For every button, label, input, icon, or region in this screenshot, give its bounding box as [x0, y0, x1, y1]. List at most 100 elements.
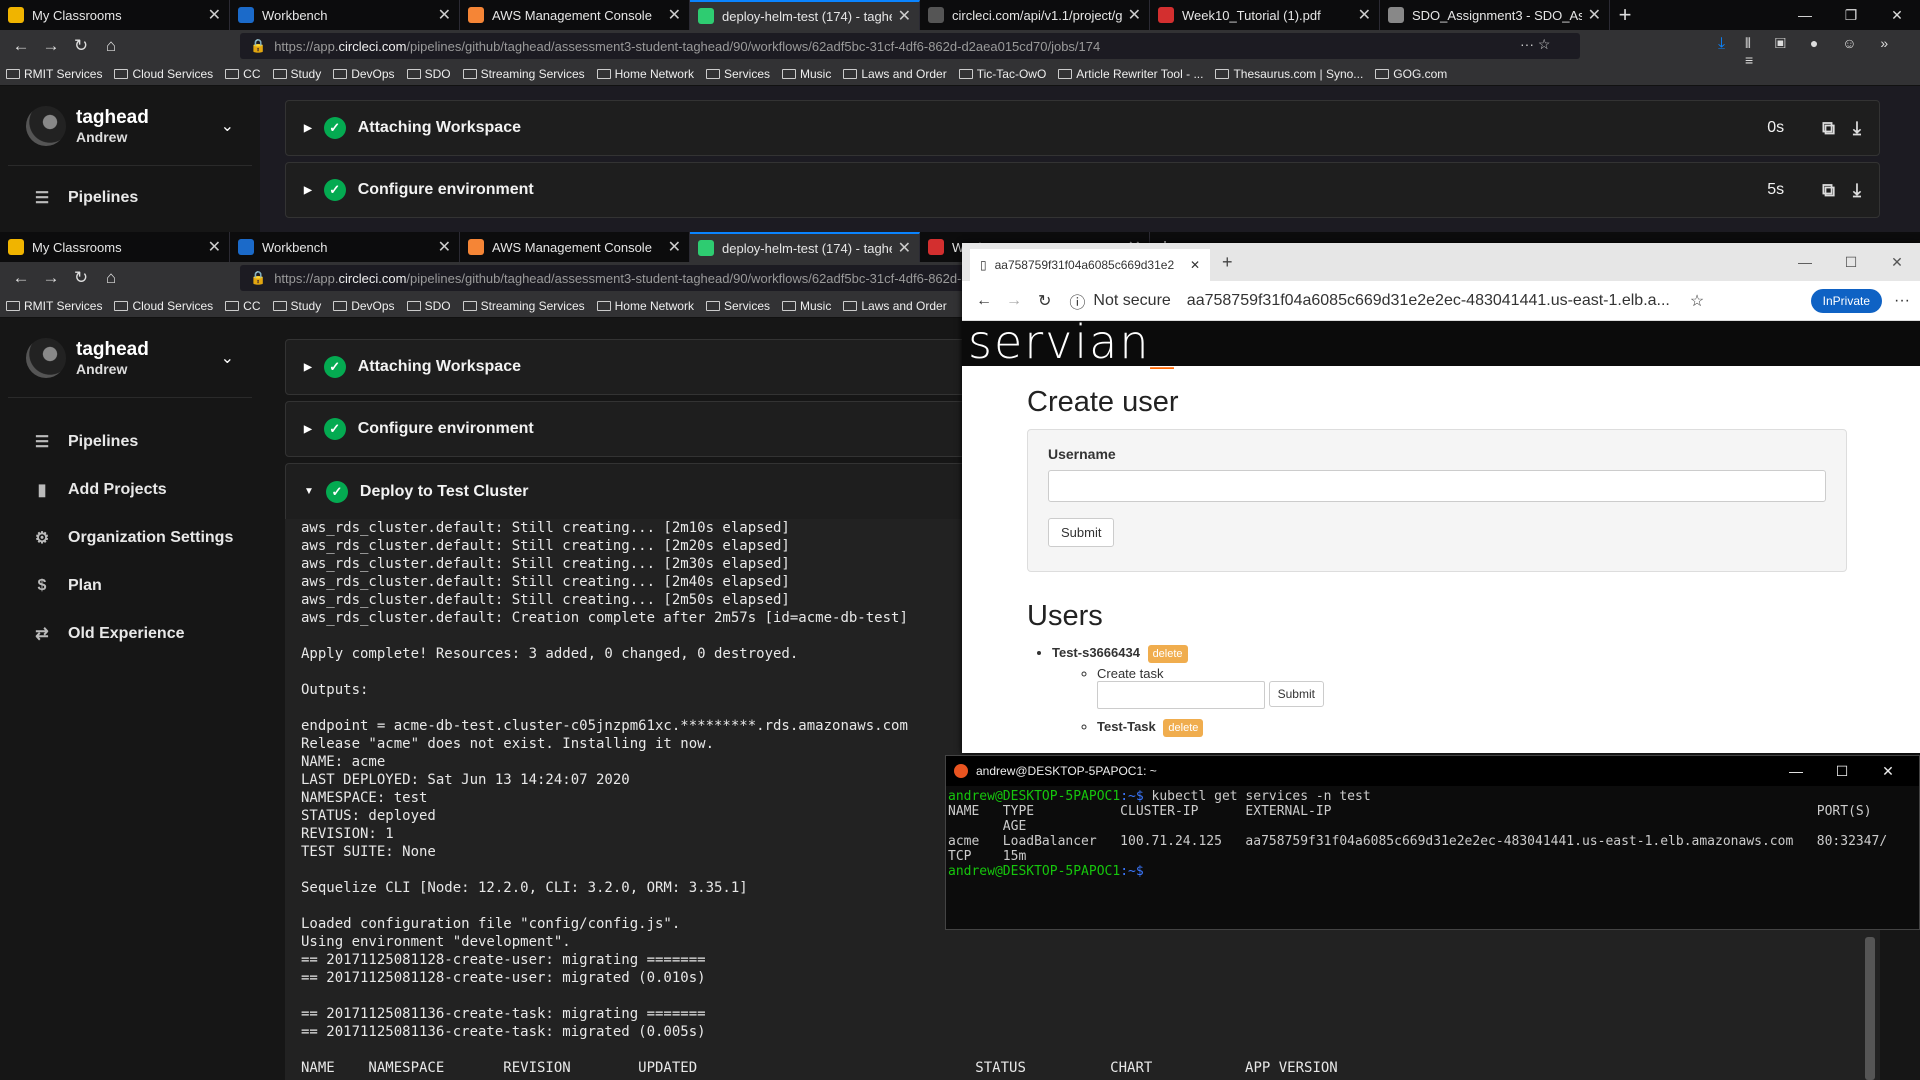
browser-tab[interactable]: My Classrooms ✕	[0, 0, 230, 30]
browser-tab[interactable]: circleci.com/api/v1.1/project/g ✕	[920, 0, 1150, 30]
bookmark-item[interactable]: RMIT Services	[6, 67, 102, 81]
bookmark-item[interactable]: Thesaurus.com | Syno...	[1215, 67, 1363, 81]
bookmark-item[interactable]: Music	[782, 299, 831, 313]
browser-tab[interactable]: AWS Management Console ✕	[460, 232, 690, 262]
browser-tab[interactable]: My Classrooms ✕	[0, 232, 230, 262]
nav-item-pipelines[interactable]: ☰ Pipelines	[32, 418, 260, 466]
bookmark-item[interactable]: SDO	[406, 299, 451, 313]
close-tab-icon[interactable]: ✕	[1190, 258, 1200, 272]
nav-item-old-experience[interactable]: ⇄ Old Experience	[32, 610, 260, 658]
close-tab-icon[interactable]: ✕	[438, 5, 451, 25]
bookmark-item[interactable]: CC	[225, 299, 261, 313]
download-icon[interactable]: ⤓	[1718, 35, 1725, 53]
back-arrow-icon[interactable]: ←	[6, 268, 36, 288]
bookmark-item[interactable]: Article Rewriter Tool - ...	[1058, 67, 1203, 81]
account-switcher[interactable]: taghead Andrew ⌄	[8, 318, 252, 398]
minimize-icon[interactable]: —	[1782, 254, 1828, 271]
maximize-icon[interactable]: ☐	[1828, 254, 1874, 271]
page-actions-icon[interactable]: ··· ☆	[1520, 36, 1550, 53]
back-arrow-icon[interactable]: ←	[976, 292, 992, 310]
download-step-icon[interactable]: ⤓	[1853, 180, 1861, 201]
download-step-icon[interactable]: ⤓	[1853, 118, 1861, 139]
bookmark-item[interactable]: GOG.com	[1375, 67, 1447, 81]
bookmark-item[interactable]: Study	[272, 299, 321, 313]
back-step-attaching-workspace[interactable]: ▶ ✓ Attaching Workspace 0s ⧉ ⤓	[285, 100, 1880, 156]
bookmark-item[interactable]: Laws and Order	[843, 67, 947, 81]
browser-tab[interactable]: deploy-helm-test (174) - taghe ✕	[690, 0, 920, 30]
create-user-submit-button[interactable]: Submit	[1048, 518, 1115, 547]
favorite-star-icon[interactable]: ☆	[1690, 291, 1704, 311]
browser-tab[interactable]: Workbench ✕	[230, 232, 460, 262]
bookmark-item[interactable]: DevOps	[333, 67, 395, 81]
delete-task-button[interactable]: delete	[1163, 719, 1204, 737]
bookmark-item[interactable]: CC	[225, 67, 261, 81]
url-bar[interactable]: 🔒 https://app. circleci.com/pipelines/git…	[240, 33, 1580, 59]
bookmark-item[interactable]: Home Network	[596, 299, 694, 313]
open-external-icon[interactable]: ⧉	[1822, 180, 1835, 201]
bookmark-item[interactable]: Cloud Services	[114, 67, 213, 81]
close-tab-icon[interactable]: ✕	[898, 238, 911, 258]
close-tab-icon[interactable]: ✕	[438, 237, 451, 257]
back-arrow-icon[interactable]: ←	[6, 36, 36, 56]
inprivate-badge[interactable]: InPrivate	[1810, 288, 1883, 313]
new-tab-icon[interactable]: +	[1222, 252, 1233, 273]
bookmark-item[interactable]: DevOps	[333, 299, 395, 313]
forward-arrow-icon[interactable]: →	[36, 36, 66, 56]
reload-icon[interactable]: ↻	[66, 36, 96, 56]
restore-icon[interactable]: ❐	[1828, 7, 1874, 24]
maximize-icon[interactable]: ☐	[1819, 763, 1865, 780]
browser-tab[interactable]: Week10_Tutorial (1).pdf ✕	[1150, 0, 1380, 30]
bookmark-item[interactable]: Cloud Services	[114, 299, 213, 313]
home-icon[interactable]: ⌂	[96, 268, 126, 288]
edge-tab[interactable]: ▯ aa758759f31f04a6085c669d31e2 ✕	[970, 249, 1210, 281]
close-tab-icon[interactable]: ✕	[668, 237, 681, 257]
bookmark-item[interactable]: Streaming Services	[462, 67, 585, 81]
close-tab-icon[interactable]: ✕	[668, 5, 681, 25]
bookmark-item[interactable]: Home Network	[596, 67, 694, 81]
back-step-configure-environment[interactable]: ▶ ✓ Configure environment 5s ⧉ ⤓	[285, 162, 1880, 218]
bookmark-item[interactable]: Services	[705, 67, 770, 81]
forward-arrow-icon[interactable]: →	[36, 268, 66, 288]
bookmark-item[interactable]: Laws and Order	[843, 299, 947, 313]
home-icon[interactable]: ⌂	[96, 36, 126, 56]
bookmark-item[interactable]: Services	[705, 299, 770, 313]
username-input[interactable]	[1048, 470, 1826, 502]
create-task-submit-button[interactable]: Submit	[1268, 681, 1324, 708]
bookmark-item[interactable]: SDO	[406, 67, 451, 81]
browser-tab[interactable]: deploy-helm-test (174) - taghe ✕	[690, 232, 920, 262]
account-switcher[interactable]: taghead Andrew ⌄	[8, 86, 252, 166]
close-tab-icon[interactable]: ✕	[1128, 5, 1141, 25]
bookmark-item[interactable]: Music	[782, 67, 831, 81]
close-window-icon[interactable]: ✕	[1874, 7, 1920, 24]
reload-icon[interactable]: ↻	[1038, 291, 1051, 311]
minimize-icon[interactable]: —	[1773, 763, 1819, 780]
close-tab-icon[interactable]: ✕	[208, 5, 221, 25]
close-tab-icon[interactable]: ✕	[1358, 5, 1371, 25]
browser-tab[interactable]: AWS Management Console ✕	[460, 0, 690, 30]
edge-url[interactable]: aa758759f31f04a6085c669d31e2e2ec-4830414…	[1187, 292, 1670, 310]
reload-icon[interactable]: ↻	[66, 268, 96, 288]
bookmark-item[interactable]: Tic-Tac-OwO	[958, 67, 1046, 81]
open-external-icon[interactable]: ⧉	[1822, 118, 1835, 139]
nav-item-organization-settings[interactable]: ⚙ Organization Settings	[32, 514, 260, 562]
close-tab-icon[interactable]: ✕	[898, 6, 911, 26]
bookmark-item[interactable]: RMIT Services	[6, 299, 102, 313]
close-window-icon[interactable]: ✕	[1874, 254, 1920, 271]
task-input[interactable]	[1097, 681, 1265, 709]
terminal-output[interactable]: andrew@DESKTOP-5PAPOC1:~$ kubectl get se…	[946, 786, 1919, 882]
more-icon[interactable]: ···	[1894, 292, 1910, 310]
toolbar-icons[interactable]: ⫴ ▣ ● ☺ » ≡	[1745, 35, 1920, 68]
close-tab-icon[interactable]: ✕	[1588, 5, 1601, 25]
close-window-icon[interactable]: ✕	[1865, 763, 1911, 780]
forward-arrow-icon[interactable]: →	[1006, 292, 1022, 310]
new-tab-icon[interactable]: +	[1610, 0, 1640, 30]
log-scrollbar[interactable]	[1865, 937, 1875, 1080]
nav-item-plan[interactable]: $ Plan	[32, 562, 260, 610]
delete-user-button[interactable]: delete	[1147, 645, 1188, 663]
chevron-down-icon[interactable]: ⌄	[221, 348, 234, 368]
close-tab-icon[interactable]: ✕	[208, 237, 221, 257]
bookmark-item[interactable]: Streaming Services	[462, 299, 585, 313]
minimize-icon[interactable]: —	[1782, 7, 1828, 23]
nav-item-add-projects[interactable]: ▮ Add Projects	[32, 466, 260, 514]
nav-item-pipelines[interactable]: ☰ Pipelines	[32, 174, 260, 222]
